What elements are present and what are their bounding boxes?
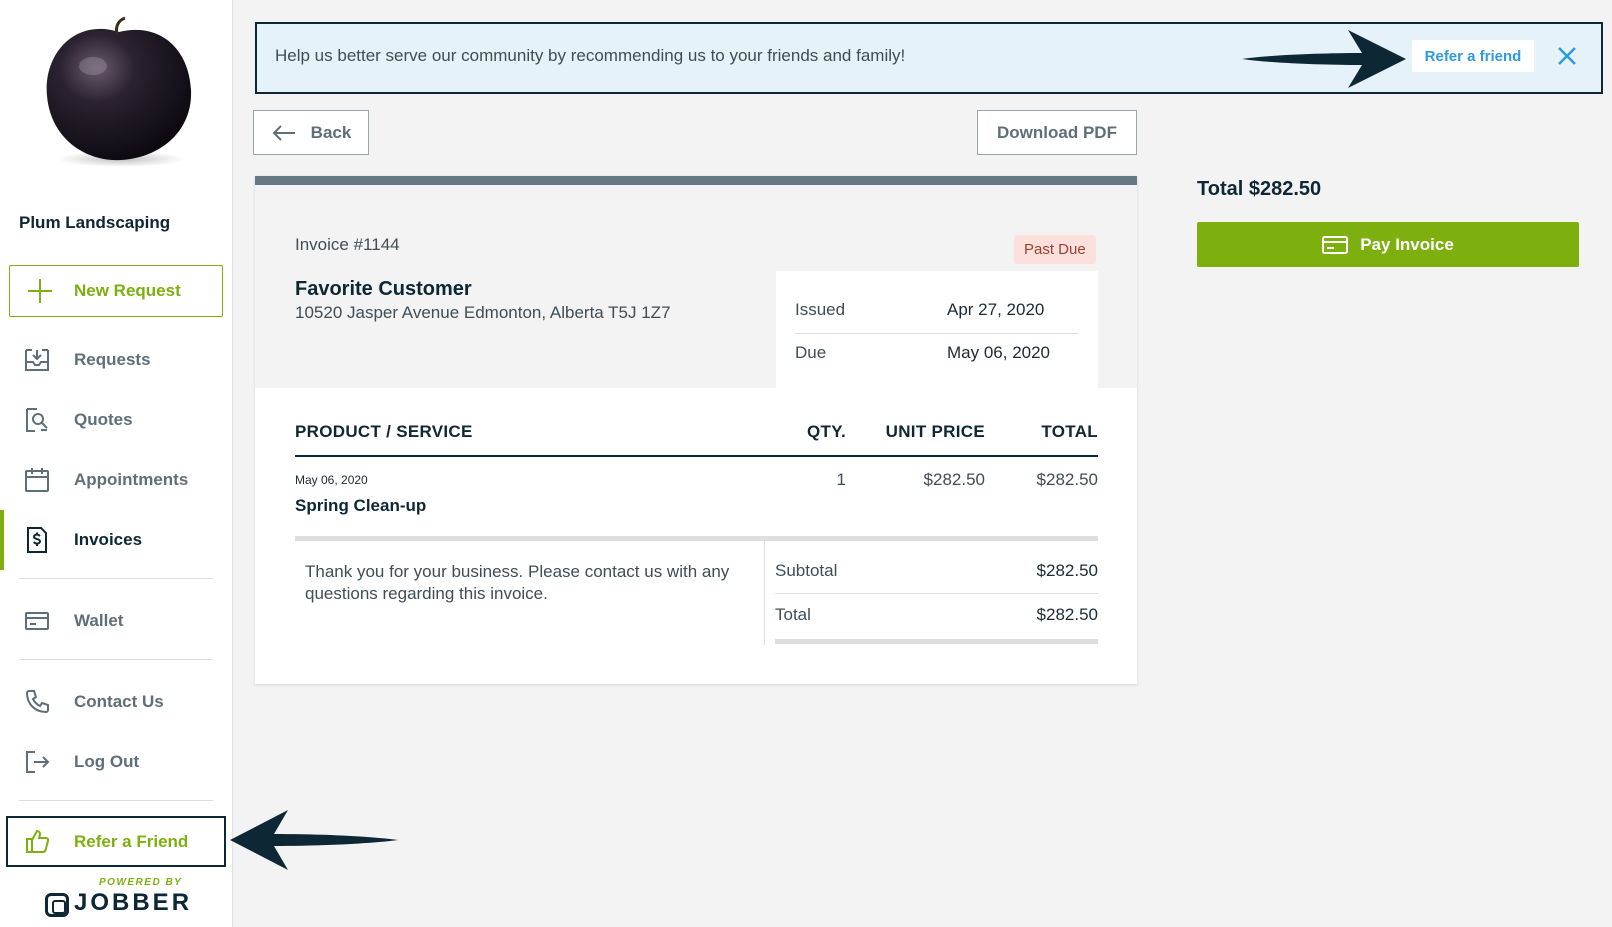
divider bbox=[19, 659, 213, 660]
sidebar-item-wallet[interactable]: Wallet bbox=[0, 597, 233, 645]
dollar-doc-icon bbox=[27, 527, 47, 553]
credit-card-icon bbox=[1322, 235, 1349, 254]
issued-row: Issued Apr 27, 2020 bbox=[795, 286, 1078, 330]
invoice-dates: Issued Apr 27, 2020 Due May 06, 2020 bbox=[776, 271, 1098, 397]
invoice-header: Invoice #1144 Past Due Favorite Customer… bbox=[255, 185, 1137, 397]
powered-by-jobber: POWERED BY JOBBER bbox=[19, 867, 213, 927]
sidebar-item-label: Appointments bbox=[74, 470, 189, 489]
line-item-unit-price: $282.50 bbox=[923, 470, 985, 489]
calendar-icon bbox=[25, 468, 49, 492]
due-date: May 06, 2020 bbox=[947, 343, 1051, 362]
divider bbox=[764, 541, 765, 645]
divider bbox=[19, 800, 213, 801]
summary-total: Total $282.50 bbox=[1197, 178, 1322, 200]
new-request-button[interactable]: New Request bbox=[9, 265, 223, 317]
sidebar-item-label: Wallet bbox=[74, 611, 124, 630]
refer-a-friend-label: Refer a Friend bbox=[74, 831, 189, 851]
customer-address: 10520 Jasper Avenue Edmonton, Alberta T5… bbox=[295, 303, 671, 322]
sidebar-item-quotes[interactable]: Quotes bbox=[0, 396, 233, 444]
pay-invoice-button[interactable]: Pay Invoice bbox=[1197, 222, 1579, 267]
back-label: Back bbox=[310, 122, 352, 142]
sidebar-item-label: Invoices bbox=[74, 530, 143, 549]
arrow-left-icon bbox=[272, 124, 295, 141]
pay-invoice-label: Pay Invoice bbox=[1360, 234, 1454, 254]
invoice-number: Invoice #1144 bbox=[295, 235, 400, 254]
sidebar-item-invoices[interactable]: Invoices bbox=[0, 510, 233, 570]
annotation-arrow-sidebar bbox=[230, 810, 398, 870]
due-label: Due bbox=[795, 343, 827, 362]
divider bbox=[295, 536, 1098, 541]
sidebar-item-contact-us[interactable]: Contact Us bbox=[0, 678, 233, 726]
line-item-total: $282.50 bbox=[1036, 470, 1098, 489]
phone-icon bbox=[25, 690, 49, 714]
annotation-arrow-banner bbox=[1242, 30, 1406, 88]
back-button[interactable]: Back bbox=[253, 110, 369, 155]
subtotal-label: Subtotal bbox=[775, 561, 838, 580]
new-request-label: New Request bbox=[74, 281, 181, 300]
refer-a-friend-button[interactable]: Refer a Friend bbox=[6, 816, 226, 867]
subtotal-value: $282.50 bbox=[1036, 561, 1098, 580]
download-pdf-button[interactable]: Download PDF bbox=[977, 110, 1137, 155]
sidebar-item-label: Log Out bbox=[74, 752, 140, 771]
sidebar-item-appointments[interactable]: Appointments bbox=[0, 456, 233, 504]
line-item-qty: 1 bbox=[836, 470, 846, 489]
sidebar-item-label: Quotes bbox=[74, 410, 133, 429]
invoice-note: Thank you for your business. Please cont… bbox=[305, 562, 730, 603]
customer-name: Favorite Customer bbox=[295, 278, 472, 300]
column-header-total: TOTAL bbox=[1041, 422, 1098, 441]
search-doc-icon bbox=[26, 408, 48, 432]
plus-icon bbox=[28, 279, 52, 303]
thumbs-up-icon bbox=[26, 829, 50, 853]
total-value: $282.50 bbox=[1036, 605, 1098, 624]
due-row: Due May 06, 2020 bbox=[795, 329, 1078, 373]
inbox-icon bbox=[25, 349, 49, 371]
company-name: Plum Landscaping bbox=[19, 213, 171, 232]
column-header-unit-price: UNIT PRICE bbox=[885, 422, 985, 441]
sidebar: Plum Landscaping New Request Requests Qu… bbox=[0, 0, 233, 927]
column-header-product: PRODUCT / SERVICE bbox=[295, 422, 473, 441]
card-top-bar bbox=[255, 176, 1137, 185]
sidebar-item-log-out[interactable]: Log Out bbox=[0, 738, 233, 786]
credit-card-icon bbox=[25, 612, 49, 630]
jobber-brand: JOBBER bbox=[74, 889, 193, 916]
line-item-name: Spring Clean-up bbox=[295, 496, 427, 515]
sidebar-item-label: Requests bbox=[74, 350, 151, 369]
banner-message: Help us better serve our community by re… bbox=[275, 46, 906, 65]
banner-refer-link[interactable]: Refer a friend bbox=[1412, 40, 1534, 72]
invoice-card: Invoice #1144 Past Due Favorite Customer… bbox=[255, 176, 1137, 684]
powered-by-label: POWERED BY bbox=[99, 877, 183, 888]
issued-label: Issued bbox=[795, 300, 846, 319]
sidebar-item-label: Contact Us bbox=[74, 692, 164, 711]
close-icon[interactable] bbox=[1553, 42, 1581, 70]
line-item-date: May 06, 2020 bbox=[295, 473, 368, 487]
divider bbox=[19, 578, 213, 579]
divider bbox=[775, 593, 1098, 594]
status-badge: Past Due bbox=[1014, 235, 1096, 264]
issued-date: Apr 27, 2020 bbox=[947, 300, 1045, 319]
sidebar-item-requests[interactable]: Requests bbox=[0, 336, 233, 384]
divider bbox=[775, 639, 1098, 644]
total-label: Total bbox=[775, 605, 811, 624]
logout-icon bbox=[26, 751, 50, 773]
jobber-logo-icon bbox=[45, 893, 69, 917]
plum-logo bbox=[46, 16, 192, 167]
header-rule bbox=[295, 455, 1098, 457]
